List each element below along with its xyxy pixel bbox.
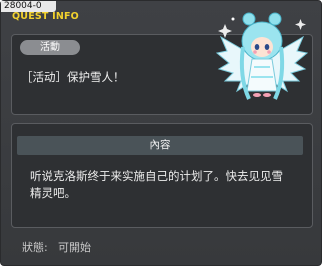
snow-spirit-sprite-icon: [215, 12, 309, 100]
quest-description-line: 听说克洛斯终于来实施自己的计划了。快去见见雪: [30, 169, 283, 183]
quest-content-panel: 內容 听说克洛斯终于来实施自己的计划了。快去见见雪 精灵吧。: [11, 123, 313, 228]
status-value: 可開始: [58, 241, 91, 254]
quest-type-badge: 活動: [20, 40, 80, 55]
status-label: 狀態:: [22, 241, 48, 254]
quest-description: 听说克洛斯终于来实施自己的计划了。快去见见雪 精灵吧。: [30, 168, 300, 202]
content-header: 內容: [17, 136, 303, 155]
window-title: QUEST INFO: [12, 11, 79, 22]
quest-info-window: 28004-0 QUEST INFO 活動 ［活动］保护雪人！ 內容 听说克洛斯…: [0, 0, 322, 266]
quest-description-line: 精灵吧。: [30, 186, 76, 200]
quest-name: ［活动］保护雪人！: [21, 70, 125, 84]
